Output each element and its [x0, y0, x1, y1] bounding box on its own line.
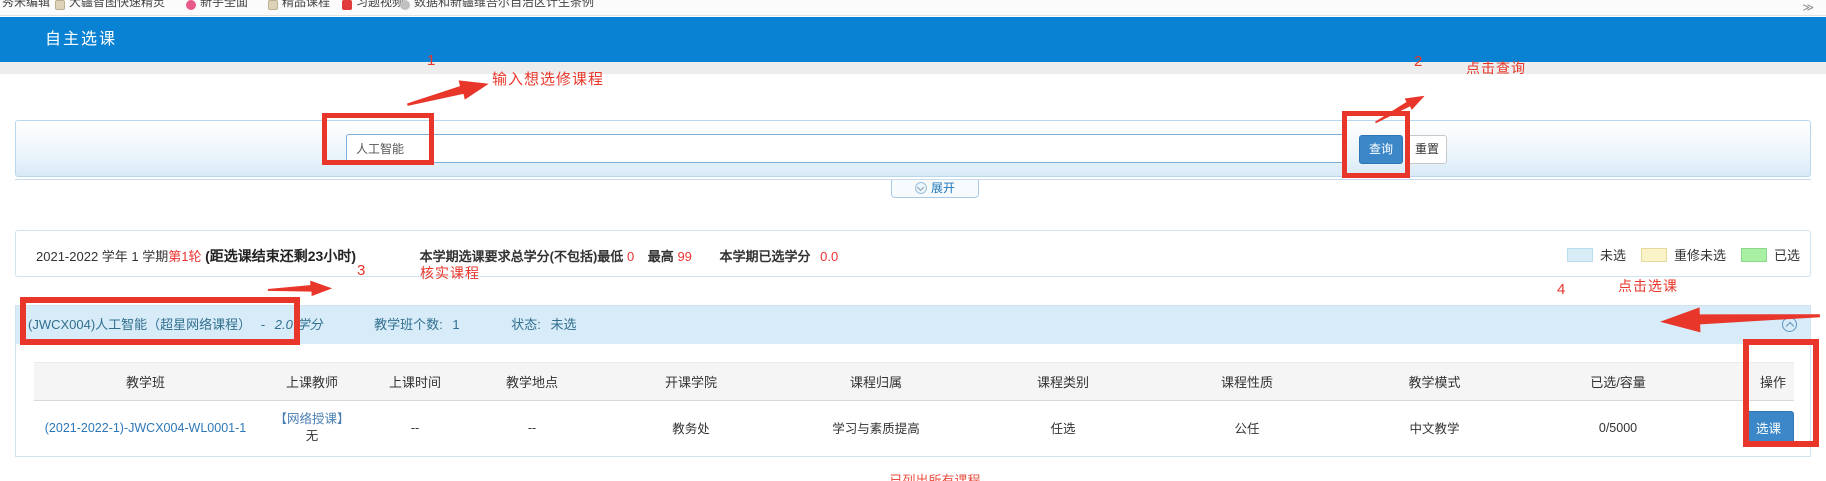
search-panel: 查询 重置: [15, 120, 1811, 177]
browser-bookmarks-bar: 秀米编辑 大疆智图快速精灵 新手全面 精品课程 习题视频 数据和新疆维吾尔自治区…: [0, 0, 1826, 16]
bookmark-item[interactable]: 数据和新疆维吾尔自治区计生条例: [400, 0, 594, 16]
legend-item-retake: 重修未选: [1641, 245, 1726, 264]
select-course-button[interactable]: 选课: [1743, 411, 1794, 444]
class-table: 教学班 上课教师 上课时间 教学地点 开课学院 课程归属 课程类别 课程性质 教…: [34, 362, 1794, 455]
course-search-input[interactable]: [346, 134, 1346, 163]
annotation-step4-label: 点击选课: [1618, 276, 1678, 296]
reset-button[interactable]: 重置: [1407, 135, 1447, 164]
screen: 秀米编辑 大疆智图快速精灵 新手全面 精品课程 习题视频 数据和新疆维吾尔自治区…: [0, 0, 1826, 481]
annotation-step2-number: 2: [1414, 53, 1422, 70]
class-location: --: [463, 401, 601, 455]
chevron-down-circle-icon: [915, 182, 927, 194]
col-header-mode: 教学模式: [1339, 363, 1530, 401]
expand-toggle[interactable]: 展开: [891, 180, 979, 198]
bookmark-item[interactable]: 新手全面: [186, 0, 248, 16]
course-card: (JWCX004)人工智能（超星网络课程） - 2.0 学分 教学班个数: 1 …: [15, 305, 1811, 457]
folder-icon: [268, 0, 278, 10]
table-header-row: 教学班 上课教师 上课时间 教学地点 开课学院 课程归属 课程类别 课程性质 教…: [34, 363, 1794, 401]
bookmark-item[interactable]: 习题视频: [342, 0, 404, 16]
max-label: 最高: [648, 249, 674, 264]
annotation-step3-number: 3: [357, 262, 365, 279]
annotation-step4-number: 4: [1557, 281, 1565, 298]
list-end-note: 已列出所有课程: [845, 470, 1025, 481]
query-button[interactable]: 查询: [1359, 135, 1403, 164]
class-nature: 公任: [1155, 401, 1339, 455]
course-title: (JWCX004)人工智能（超星网络课程）: [28, 317, 251, 332]
annotation-step3-label: 核实课程: [420, 263, 480, 283]
class-count: 1: [452, 317, 459, 332]
max-credit: 99: [677, 249, 691, 264]
annotation-step1-number: 1: [427, 52, 435, 69]
col-header-college: 开课学院: [601, 363, 781, 401]
status-label: 状态:: [511, 317, 541, 332]
bookmark-item[interactable]: 大疆智图快速精灵: [55, 0, 165, 16]
col-header-nature: 课程性质: [1155, 363, 1339, 401]
class-college: 教务处: [601, 401, 781, 455]
semester-text: 2021-2022 学年 1 学期: [36, 249, 168, 264]
bookmarks-overflow-icon[interactable]: ≫: [1802, 1, 1814, 14]
round-text: 第1轮: [168, 249, 201, 264]
class-capacity: 0/5000: [1530, 401, 1706, 455]
selected-credit: 0.0: [820, 249, 838, 264]
col-header-category: 课程归属: [781, 363, 971, 401]
countdown-text: (距选课结束还剩23小时): [205, 248, 356, 264]
subheader-strip: [0, 62, 1826, 74]
annotation-step2-label: 点击查询: [1466, 58, 1526, 78]
col-header-location: 教学地点: [463, 363, 601, 401]
class-category: 学习与素质提高: [781, 401, 971, 455]
retake-swatch: [1641, 248, 1667, 262]
status-legend: 未选 重修未选 已选: [1567, 245, 1800, 264]
teacher-tag: 【网络授课】: [257, 411, 367, 428]
class-code-link[interactable]: (2021-2022-1)-JWCX004-WL0001-1: [45, 421, 246, 435]
separator: -: [261, 317, 265, 332]
app-header: 自主选课: [0, 17, 1826, 62]
class-mode: 中文教学: [1339, 401, 1530, 455]
page-title: 自主选课: [45, 17, 117, 62]
unselected-swatch: [1567, 248, 1593, 262]
col-header-time: 上课时间: [367, 363, 463, 401]
bookmark-item[interactable]: 秀米编辑: [2, 0, 50, 16]
course-header-bar[interactable]: (JWCX004)人工智能（超星网络课程） - 2.0 学分 教学班个数: 1 …: [16, 306, 1810, 344]
min-credit: 0: [627, 249, 634, 264]
class-type: 任选: [971, 401, 1155, 455]
folder-icon: [55, 0, 65, 10]
col-header-action: 操作: [1706, 363, 1794, 401]
col-header-capacity: 已选/容量: [1530, 363, 1706, 401]
teacher-name: 无: [257, 428, 367, 445]
site-icon: [186, 0, 196, 10]
col-header-type: 课程类别: [971, 363, 1155, 401]
annotation-arrow-step3: [246, 280, 354, 298]
course-status: 未选: [550, 317, 576, 332]
col-header-class: 教学班: [34, 363, 257, 401]
class-time: --: [367, 401, 463, 455]
requirement-label: 本学期选课要求总学分(不包括)最低: [420, 249, 624, 264]
legend-item-selected: 已选: [1741, 245, 1800, 264]
selected-swatch: [1741, 248, 1767, 262]
site-icon: [400, 0, 410, 10]
bookmark-item[interactable]: 精品课程: [268, 0, 330, 16]
annotation-arrow-step1: [404, 71, 492, 117]
table-row: (2021-2022-1)-JWCX004-WL0001-1 【网络授课】 无 …: [34, 401, 1794, 455]
selected-credit-label: 本学期已选学分: [720, 249, 811, 264]
annotation-step1-label: 输入想选修课程: [492, 68, 604, 89]
course-credit: 2.0 学分: [275, 317, 323, 332]
class-count-label: 教学班个数:: [374, 317, 443, 332]
selection-info-panel: 2021-2022 学年 1 学期第1轮 (距选课结束还剩23小时) 本学期选课…: [15, 230, 1811, 277]
col-header-teacher: 上课教师: [257, 363, 367, 401]
legend-item-unselected: 未选: [1567, 245, 1626, 264]
site-icon: [342, 0, 352, 10]
